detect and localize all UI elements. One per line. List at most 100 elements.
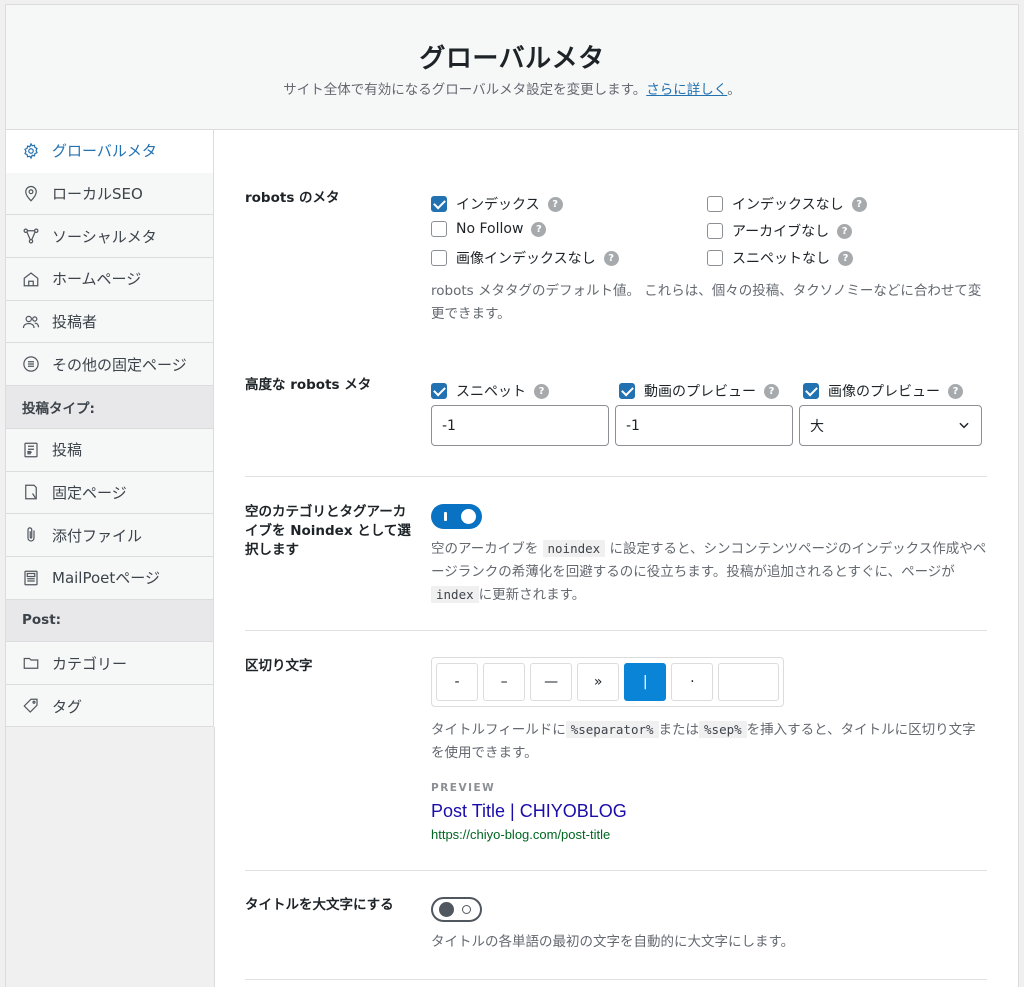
robots-noindex-checkbox[interactable]: インデックスなし? [707,194,867,214]
help-icon[interactable]: ? [547,196,563,212]
sidebar-item-homepage[interactable]: ホームページ [6,258,213,301]
help-icon[interactable]: ? [838,250,853,266]
checkbox-label: インデックス [456,197,540,213]
separator-label: 区切り文字 [245,658,313,674]
toggle-off-mark [462,905,471,914]
checkbox-checked[interactable] [803,383,819,399]
capitalize-toggle[interactable] [431,897,482,922]
help-icon[interactable]: ? [851,196,867,212]
sidebar-item-label: グローバルメタ [52,142,157,161]
separator-option-em-dash[interactable]: — [530,663,573,701]
sidebar-item-page[interactable]: 固定ページ [6,471,213,515]
image-preview-checkbox[interactable]: 画像のプレビュー? [803,381,963,401]
list-circle-icon [22,355,40,373]
page-header: グローバルメタ サイト全体で有効になるグローバルメタ設定を変更します。さらに詳し… [6,5,1018,130]
newsletter-icon [22,569,40,587]
separator-button-group: - – — » | · [431,657,784,707]
separator-option-raquo[interactable]: » [577,663,620,701]
separator-description: タイトルフィールドに %separator% または %sep% を挿入すると、タイトル… [431,719,987,765]
page-icon [22,483,40,501]
sidebar-item-label: カテゴリー [52,654,128,673]
checkbox-unchecked[interactable] [431,221,447,237]
toggle-on-mark [444,512,447,521]
help-icon[interactable]: ? [534,383,549,399]
sidebar-section-taxonomy: Post: [6,599,213,643]
checkbox-unchecked[interactable] [707,250,723,266]
sidebar-item-global-meta[interactable]: グローバルメタ [6,130,213,173]
section-divider [245,870,987,871]
code-index: index [431,585,479,603]
video-preview-checkbox[interactable]: 動画のプレビュー? [619,381,779,401]
checkbox-checked[interactable] [431,383,447,399]
paperclip-icon [22,526,40,544]
help-icon[interactable]: ? [531,221,547,237]
checkbox-label: 画像のプレビュー [828,384,940,400]
toggle-knob [461,509,476,524]
help-icon[interactable]: ? [948,383,963,399]
separator-option-middot[interactable]: · [671,663,714,701]
sidebar-item-label: 添付ファイル [52,526,143,545]
sidebar-item-category[interactable]: カテゴリー [6,642,213,685]
sidebar-item-local-seo[interactable]: ローカルSEO [6,172,213,216]
sidebar-item-label: 投稿者 [52,313,98,332]
checkbox-label: 画像インデックスなし [456,251,596,267]
robots-noarchive-checkbox[interactable]: アーカイブなし? [707,221,853,241]
robots-index-checkbox[interactable]: インデックス? [431,194,563,214]
noindex-empty-toggle[interactable] [431,504,482,529]
help-icon[interactable]: ? [764,383,779,399]
page-title: グローバルメタ [419,44,605,74]
folder-icon [22,654,40,672]
desc-text: に更新されます。 [478,586,586,603]
sidebar-item-mailpoet[interactable]: MailPoetページ [6,556,213,600]
checkbox-checked[interactable] [431,196,447,212]
video-preview-input[interactable]: -1 [615,405,793,446]
sidebar-item-tag[interactable]: タグ [6,684,213,728]
image-preview-select[interactable]: 大 [799,405,982,446]
sidebar-item-attachment[interactable]: 添付ファイル [6,514,213,557]
sidebar-item-label: MailPoetページ [52,569,160,588]
checkbox-unchecked[interactable] [707,223,723,239]
toggle-knob [439,902,454,917]
snippet-checkbox[interactable]: スニペット? [431,381,549,401]
tag-icon [22,697,40,715]
section-divider [245,476,987,477]
location-pin-icon [22,185,40,203]
learn-more-link[interactable]: さらに詳しく [646,82,727,98]
checkbox-unchecked[interactable] [707,196,723,212]
users-icon [22,313,40,331]
separator-option-hyphen[interactable]: - [436,663,479,701]
sidebar-item-post[interactable]: 投稿 [6,428,213,472]
page-subtitle: サイト全体で有効になるグローバルメタ設定を変更します。さらに詳しく。 [6,78,1018,98]
main-content: robots のメタ インデックス? インデックスなし? No Follow? … [215,130,1018,987]
snippet-length-input[interactable]: -1 [431,405,609,446]
sidebar-item-label: タグ [52,697,83,716]
help-icon[interactable]: ? [603,250,619,266]
checkbox-label: アーカイブなし [732,224,830,240]
separator-custom-input[interactable] [718,663,779,701]
help-icon[interactable]: ? [837,223,853,239]
separator-option-en-dash[interactable]: – [483,663,526,701]
robots-meta-label: robots のメタ [245,190,340,206]
sidebar-item-label: ローカルSEO [52,185,143,204]
robots-nofollow-checkbox[interactable]: No Follow? [431,221,547,237]
chevron-down-icon [959,422,969,429]
separator-option-pipe[interactable]: | [624,663,667,701]
noindex-empty-label: 空のカテゴリとタグアーカイブを Noindex として選択します [245,504,411,558]
checkbox-unchecked[interactable] [431,250,447,266]
checkbox-label: スニペット [456,384,526,400]
sidebar-filler [6,727,215,987]
sidebar-item-other-pages[interactable]: その他の固定ページ [6,343,213,387]
sidebar-item-label: ホームページ [52,270,142,289]
sidebar-item-authors[interactable]: 投稿者 [6,300,213,344]
noindex-description: 空のアーカイブを noindex に設定すると、シンコンテンツページのインデック… [431,538,987,607]
robots-nosnippet-checkbox[interactable]: スニペットなし? [707,248,853,268]
checkbox-label: 動画のプレビュー [644,384,756,400]
sidebar-nav: グローバルメタ ローカルSEO ソーシャルメタ ホームページ 投稿者 その他の固… [6,130,214,728]
preview-label: PREVIEW [431,782,496,794]
sidebar-item-social-meta[interactable]: ソーシャルメタ [6,215,213,259]
checkbox-checked[interactable] [619,383,635,399]
capitalize-label: タイトルを大文字にする [245,897,394,913]
desc-text: または [658,722,700,738]
home-icon [22,270,40,288]
robots-noimageindex-checkbox[interactable]: 画像インデックスなし? [431,248,619,268]
